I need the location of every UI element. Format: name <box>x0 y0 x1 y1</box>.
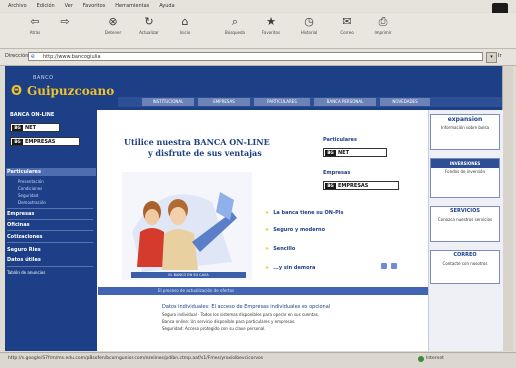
address-input[interactable]: http://www.bancogiulia <box>28 52 483 61</box>
sidebar-section[interactable]: Cotizaciones <box>7 234 93 240</box>
info-title: Datos individuales: El acceso de Empresa… <box>162 304 331 310</box>
divider <box>7 208 93 209</box>
feature-item[interactable]: ➤ Seguro y moderno <box>265 227 325 233</box>
search-icon: ⌕ <box>231 15 239 28</box>
back-arrow-icon: ⇦ <box>30 15 40 28</box>
nav-particulares[interactable]: PARTICULARES <box>254 98 310 106</box>
divider <box>7 242 93 243</box>
sidebar-section[interactable]: Oficinas <box>7 222 93 228</box>
feature-item[interactable]: ➤ Sencillo <box>265 246 295 252</box>
feature-item[interactable]: ➤ ...y sin demora <box>265 265 315 271</box>
arrow-icon: ➤ <box>265 265 270 271</box>
sidebar-title: BANCA ON-LINE <box>10 112 55 118</box>
divider <box>7 230 93 231</box>
search-button[interactable]: ⌕ Búsqueda <box>218 15 252 36</box>
nav-empresas[interactable]: EMPRESAS <box>198 98 250 106</box>
favorites-button[interactable]: ★ Favoritos <box>254 15 288 36</box>
favorites-icon: ★ <box>266 15 276 28</box>
refresh-button[interactable]: ↻ Actualizar <box>132 15 166 36</box>
home-button[interactable]: ⌂ Inicio <box>168 15 202 36</box>
internet-zone-icon <box>418 356 424 362</box>
divider <box>7 266 93 267</box>
sidebar-link[interactable]: Presentación <box>18 179 44 184</box>
net-empresas-logo[interactable]: BG EMPRESAS <box>323 181 399 190</box>
print-button[interactable]: ⎙ Imprimir <box>366 15 400 36</box>
pager-dot-icon[interactable] <box>381 263 387 269</box>
history-button[interactable]: ◷ Historial <box>292 15 326 36</box>
sidebar-section[interactable]: Tablón de anuncios <box>7 270 93 275</box>
promo-headline: Utilice nuestra BANCA ON-LINE <box>124 137 270 147</box>
arrow-icon: ➤ <box>265 210 270 216</box>
menu-bar: Archivo Edición Ver Favoritos Herramient… <box>0 0 516 12</box>
forward-button[interactable]: ⇨ <box>48 16 82 30</box>
pager-dot-icon[interactable] <box>391 263 397 269</box>
ad-box[interactable]: CORREO Contacte con nosotros <box>430 250 500 284</box>
info-line: Seguro individual · Todos los sistemas d… <box>162 312 320 317</box>
net-particulares-logo[interactable]: BG NET <box>323 148 387 157</box>
vertical-scrollbar[interactable] <box>502 66 513 351</box>
page-icon: e <box>31 53 35 60</box>
sidebar-link[interactable]: Demostración <box>18 200 46 205</box>
address-label: Dirección <box>5 53 29 59</box>
mail-icon: ✉ <box>342 15 352 28</box>
nav-novedades[interactable]: NOVEDADES <box>380 98 430 106</box>
bank-name[interactable]: Guipuzcoano <box>27 84 114 98</box>
ad-box[interactable]: expansion Información sobre bolsa <box>430 114 500 150</box>
arrow-icon: ➤ <box>265 246 270 252</box>
refresh-icon: ↻ <box>144 15 154 28</box>
stop-icon: ⊗ <box>108 15 118 28</box>
sidebar-section[interactable]: Seguro Ries <box>7 247 93 253</box>
nav-institucional[interactable]: INSTITUCIONAL <box>142 98 194 106</box>
zone-label: Internet <box>426 356 444 361</box>
particulares-heading[interactable]: Particulares <box>323 137 357 143</box>
menu-edit[interactable]: Edición <box>37 3 55 9</box>
address-dropdown-icon[interactable]: ▾ <box>486 52 497 63</box>
empresas-heading[interactable]: Empresas <box>323 170 350 176</box>
history-icon: ◷ <box>304 15 314 28</box>
menu-favorites[interactable]: Favoritos <box>83 3 106 9</box>
nav-banca-personal[interactable]: BANCA PERSONAL <box>314 98 376 106</box>
sidebar-link[interactable]: Seguridad <box>18 193 38 198</box>
sidebar-section[interactable]: Datos útiles <box>7 257 93 263</box>
menu-tools[interactable]: Herramientas <box>115 3 149 9</box>
image-caption: EL BANCO EN SU CASA <box>131 272 246 278</box>
feature-item[interactable]: ➤ La banca tiene su ON-Pis <box>265 210 343 216</box>
stop-button[interactable]: ⊗ Detener <box>96 15 130 36</box>
bank-logo-icon[interactable]: Θ <box>11 84 22 99</box>
status-text: http://s.google/S7frm/ms.edu.com/pBsofen… <box>8 356 264 361</box>
home-icon: ⌂ <box>181 15 189 28</box>
bank-small-label: BANCO <box>33 75 54 81</box>
promo-subheadline: y disfrute de sus ventajas <box>148 148 262 158</box>
mail-button[interactable]: ✉ Correo <box>330 15 364 36</box>
go-button[interactable]: Ir <box>498 53 502 59</box>
forward-arrow-icon: ⇨ <box>60 15 70 28</box>
sidebar-section[interactable]: Empresas <box>7 211 93 217</box>
menu-view[interactable]: Ver <box>65 3 73 9</box>
print-icon: ⎙ <box>378 15 388 28</box>
net-logo[interactable]: BG NET <box>10 123 60 132</box>
info-line: Seguridad: Acceso protegido con su clave… <box>162 326 266 331</box>
divider <box>7 219 93 220</box>
back-button[interactable]: ⇦ Atrás <box>18 15 52 36</box>
ad-box[interactable]: SERVICIOS Conozca nuestros servicios <box>430 206 500 242</box>
sidebar-particulares[interactable]: Particulares <box>7 169 93 175</box>
empresas-logo[interactable]: BG EMPRESAS <box>10 137 80 146</box>
menu-help[interactable]: Ayuda <box>159 3 174 9</box>
info-bar: El proceso de actualización de ofertas <box>98 287 428 295</box>
sidebar-link[interactable]: Condiciones <box>18 186 42 191</box>
children-computer-image <box>122 172 252 280</box>
arrow-icon: ➤ <box>265 227 270 233</box>
menu-file[interactable]: Archivo <box>8 3 27 9</box>
info-line: Banca online: Un servicio disponible par… <box>162 319 296 324</box>
ad-box[interactable]: INVERSIONES Fondos de inversión <box>430 158 500 198</box>
